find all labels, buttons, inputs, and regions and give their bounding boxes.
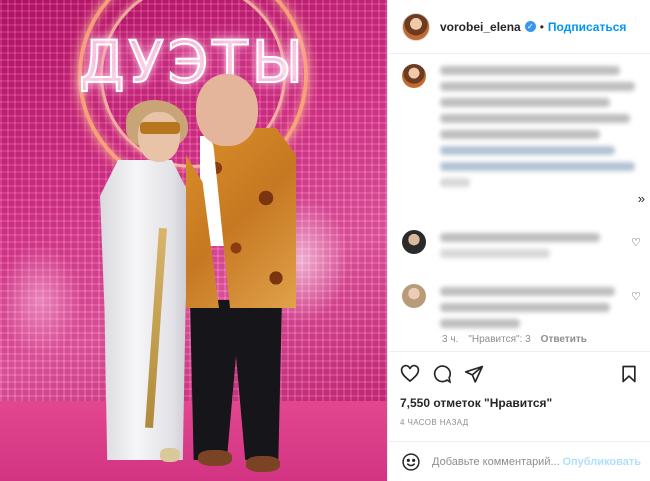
comment-time: 3 ч. bbox=[442, 334, 459, 345]
post-timestamp[interactable]: 4 ЧАСОВ НАЗАД bbox=[400, 418, 469, 427]
more-text-icon[interactable]: » bbox=[638, 191, 645, 206]
like-comment-heart-icon[interactable]: ♡ bbox=[631, 290, 641, 303]
author-username[interactable]: vorobei_elena bbox=[440, 20, 521, 34]
man-shoe-right bbox=[246, 456, 280, 472]
author-avatar[interactable] bbox=[402, 12, 430, 41]
likes-count[interactable]: 7,550 отметок "Нравится" bbox=[400, 396, 552, 410]
post-photo[interactable]: ДУЭТЫ bbox=[0, 0, 387, 481]
commenter-avatar[interactable] bbox=[402, 284, 426, 308]
post-sidebar: vorobei_elena ✓ • Подписаться » ♡ ♡ 3 ч.… bbox=[387, 0, 650, 481]
caption-avatar[interactable] bbox=[402, 64, 426, 88]
caption-text-blurred bbox=[440, 64, 640, 194]
commenter-avatar[interactable] bbox=[402, 230, 426, 254]
publish-button[interactable]: Опубликовать bbox=[562, 456, 641, 468]
comment-input[interactable] bbox=[432, 455, 563, 468]
man-shoe-left bbox=[198, 450, 232, 466]
sunglasses bbox=[140, 122, 180, 134]
comment-row bbox=[402, 230, 610, 265]
header-separator: • bbox=[539, 19, 544, 34]
comment-text-blurred bbox=[440, 284, 620, 335]
comment-icon[interactable] bbox=[430, 362, 454, 386]
add-comment-bar: Опубликовать bbox=[388, 441, 650, 481]
verified-badge-icon: ✓ bbox=[524, 21, 536, 32]
post-actions bbox=[388, 351, 650, 395]
bookmark-icon[interactable] bbox=[617, 362, 641, 386]
woman-shoe bbox=[160, 448, 180, 462]
reply-button[interactable]: Ответить bbox=[541, 334, 587, 345]
emoji-icon[interactable] bbox=[400, 451, 422, 473]
woman-face bbox=[138, 112, 180, 162]
like-comment-heart-icon[interactable]: ♡ bbox=[631, 236, 641, 249]
share-icon[interactable] bbox=[462, 362, 486, 386]
comment-like-count[interactable]: "Нравится": 3 bbox=[468, 334, 530, 345]
follow-button[interactable]: Подписаться bbox=[548, 20, 626, 34]
comments-section[interactable]: » ♡ ♡ 3 ч. "Нравится": 3 Ответить bbox=[388, 54, 650, 350]
comment-row bbox=[402, 284, 620, 335]
post-header: vorobei_elena ✓ • Подписаться bbox=[388, 0, 650, 54]
man-head bbox=[196, 74, 258, 146]
comment-text-blurred bbox=[440, 230, 610, 265]
caption-row bbox=[402, 64, 640, 194]
neon-sign-text: ДУЭТЫ bbox=[78, 27, 307, 97]
heart-icon[interactable] bbox=[398, 362, 422, 386]
comment-meta: 3 ч. "Нравится": 3 Ответить bbox=[442, 334, 587, 345]
